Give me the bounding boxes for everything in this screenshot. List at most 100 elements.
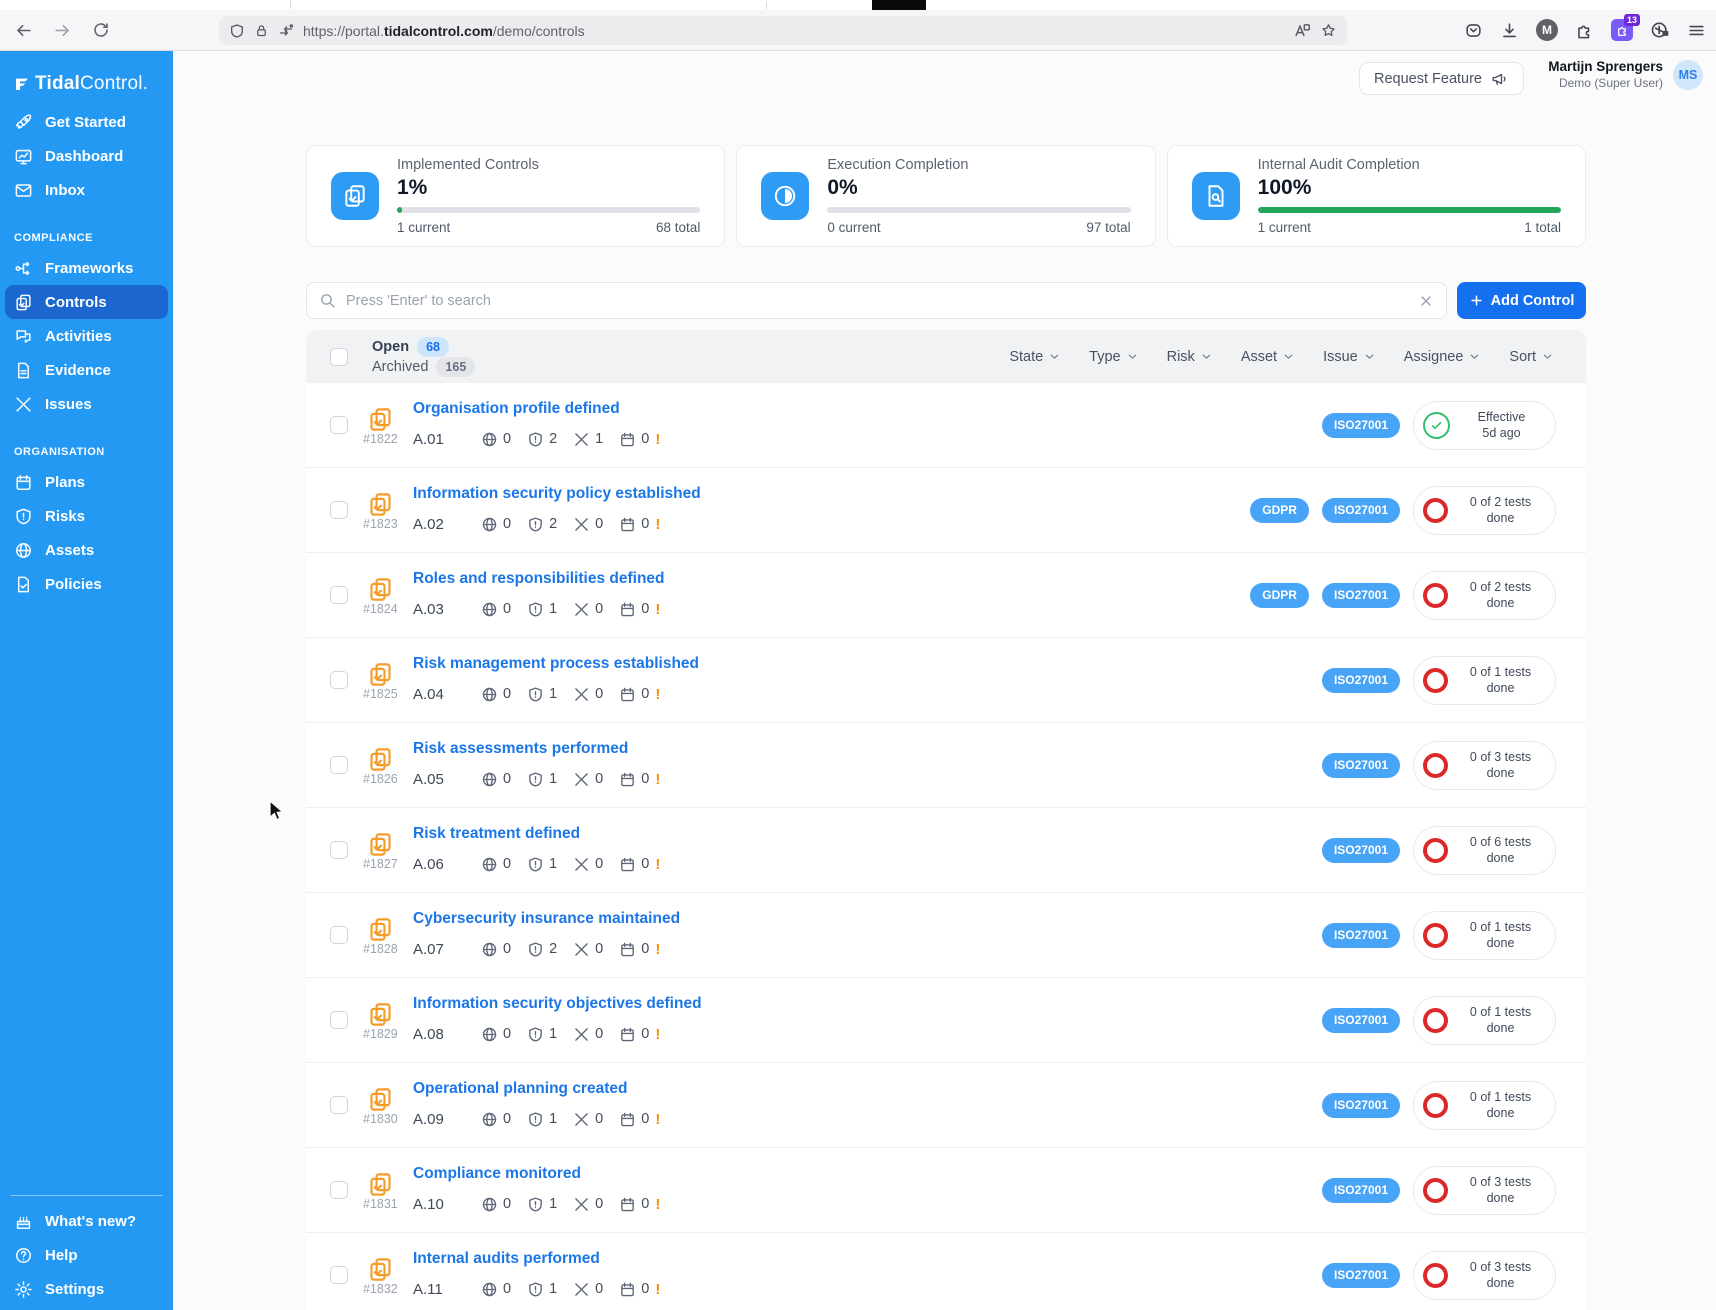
row-checkbox[interactable] [330,501,348,519]
sidebar-item-controls[interactable]: Controls [5,285,168,319]
table-row[interactable]: Information security policy established#… [306,468,1586,553]
sidebar-item-dashboard[interactable]: Dashboard [0,139,173,173]
status-pill[interactable]: 0 of 1 testsdone [1413,911,1556,960]
sidebar-item-assets[interactable]: Assets [0,533,173,567]
row-checkbox[interactable] [330,926,348,944]
downloads-icon[interactable] [1500,21,1519,40]
filter-sort[interactable]: Sort [1509,349,1554,365]
sidebar-item-plans[interactable]: Plans [0,465,173,499]
filter-risk[interactable]: Risk [1167,349,1213,365]
control-title-link[interactable]: Roles and responsibilities defined [413,570,665,588]
app-logo[interactable]: TidalControl. [0,51,173,105]
extension-puzzle-icon[interactable] [1575,21,1594,40]
framework-badge-iso27001[interactable]: ISO27001 [1322,1178,1400,1203]
framework-badge-gdpr[interactable]: GDPR [1250,583,1309,608]
reload-icon[interactable] [92,21,110,39]
sidebar-item-get-started[interactable]: Get Started [0,105,173,139]
avatar[interactable]: MS [1673,60,1703,90]
privacy-shield-icon[interactable] [1650,20,1670,40]
user-menu[interactable]: Martijn Sprengers Demo (Super User) MS [1548,59,1703,90]
url-bar[interactable]: https://portal.tidalcontrol.com/demo/con… [219,16,1347,45]
search-input[interactable] [346,293,1408,309]
table-row[interactable]: Operational planning created#1830A.09010… [306,1063,1586,1148]
filter-assignee[interactable]: Assignee [1404,349,1482,365]
row-checkbox[interactable] [330,1011,348,1029]
add-control-button[interactable]: Add Control [1457,282,1586,319]
framework-badge-iso27001[interactable]: ISO27001 [1322,583,1400,608]
clear-search-icon[interactable] [1418,293,1434,309]
profile-avatar-icon[interactable]: M [1536,19,1558,41]
framework-badge-iso27001[interactable]: ISO27001 [1322,753,1400,778]
lock-icon[interactable] [254,23,269,38]
table-row[interactable]: Organisation profile defined#1822A.01021… [306,383,1586,468]
framework-badge-iso27001[interactable]: ISO27001 [1322,923,1400,948]
row-checkbox[interactable] [330,416,348,434]
control-title-link[interactable]: Information security objectives defined [413,995,702,1013]
status-pill[interactable]: 0 of 1 testsdone [1413,656,1556,705]
translate-icon[interactable] [1294,22,1311,39]
status-pill[interactable]: 0 of 3 testsdone [1413,1251,1556,1300]
filter-type[interactable]: Type [1089,349,1138,365]
tab-archived[interactable]: Archived165 [372,357,475,377]
control-title-link[interactable]: Internal audits performed [413,1250,600,1268]
status-pill[interactable]: Effective5d ago [1413,401,1556,450]
sidebar-item-settings[interactable]: Settings [0,1272,173,1306]
sidebar-item-activities[interactable]: Activities [0,319,173,353]
tab-open[interactable]: Open68 [372,337,475,357]
filter-issue[interactable]: Issue [1323,349,1376,365]
framework-badge-iso27001[interactable]: ISO27001 [1322,838,1400,863]
permissions-icon[interactable] [278,23,294,39]
status-pill[interactable]: 0 of 2 testsdone [1413,571,1556,620]
row-checkbox[interactable] [330,1096,348,1114]
extension-badge-icon[interactable]: 13 [1611,19,1633,41]
table-row[interactable]: Risk treatment defined#1827A.060100!ISO2… [306,808,1586,893]
status-pill[interactable]: 0 of 3 testsdone [1413,1166,1556,1215]
row-checkbox[interactable] [330,756,348,774]
filter-asset[interactable]: Asset [1241,349,1295,365]
status-pill[interactable]: 0 of 3 testsdone [1413,741,1556,790]
control-title-link[interactable]: Risk management process established [413,655,699,673]
framework-badge-iso27001[interactable]: ISO27001 [1322,668,1400,693]
sidebar-item-help[interactable]: Help [0,1238,173,1272]
request-feature-button[interactable]: Request Feature [1359,62,1524,95]
sidebar-item-risks[interactable]: Risks [0,499,173,533]
control-title-link[interactable]: Cybersecurity insurance maintained [413,910,680,928]
control-title-link[interactable]: Information security policy established [413,485,701,503]
table-row[interactable]: Compliance monitored#1831A.100100!ISO270… [306,1148,1586,1233]
framework-badge-gdpr[interactable]: GDPR [1250,498,1309,523]
table-row[interactable]: Roles and responsibilities defined#1824A… [306,553,1586,638]
back-icon[interactable] [14,21,33,40]
forward-icon[interactable] [53,21,72,40]
sidebar-item-frameworks[interactable]: Frameworks [0,251,173,285]
control-title-link[interactable]: Compliance monitored [413,1165,581,1183]
row-checkbox[interactable] [330,1266,348,1284]
control-title-link[interactable]: Risk treatment defined [413,825,580,843]
row-checkbox[interactable] [330,1181,348,1199]
sidebar-item-what-s-new[interactable]: What's new? [0,1204,173,1238]
search-box[interactable] [306,282,1447,319]
control-title-link[interactable]: Operational planning created [413,1080,627,1098]
sidebar-item-inbox[interactable]: Inbox [0,173,173,207]
table-row[interactable]: Risk management process established#1825… [306,638,1586,723]
row-checkbox[interactable] [330,671,348,689]
control-title-link[interactable]: Organisation profile defined [413,400,620,418]
table-row[interactable]: Cybersecurity insurance maintained#1828A… [306,893,1586,978]
row-checkbox[interactable] [330,841,348,859]
status-pill[interactable]: 0 of 6 testsdone [1413,826,1556,875]
status-pill[interactable]: 0 of 1 testsdone [1413,996,1556,1045]
sidebar-item-issues[interactable]: Issues [0,387,173,421]
menu-hamburger-icon[interactable] [1687,21,1706,40]
filter-state[interactable]: State [1009,349,1061,365]
status-pill[interactable]: 0 of 2 testsdone [1413,486,1556,535]
framework-badge-iso27001[interactable]: ISO27001 [1322,1263,1400,1288]
pocket-icon[interactable] [1464,21,1483,40]
row-checkbox[interactable] [330,586,348,604]
framework-badge-iso27001[interactable]: ISO27001 [1322,413,1400,438]
framework-badge-iso27001[interactable]: ISO27001 [1322,1093,1400,1118]
control-title-link[interactable]: Risk assessments performed [413,740,628,758]
framework-badge-iso27001[interactable]: ISO27001 [1322,1008,1400,1033]
table-row[interactable]: Risk assessments performed#1826A.050100!… [306,723,1586,808]
bookmark-star-icon[interactable] [1320,22,1337,39]
select-all-checkbox[interactable] [330,348,348,366]
table-row[interactable]: Information security objectives defined#… [306,978,1586,1063]
